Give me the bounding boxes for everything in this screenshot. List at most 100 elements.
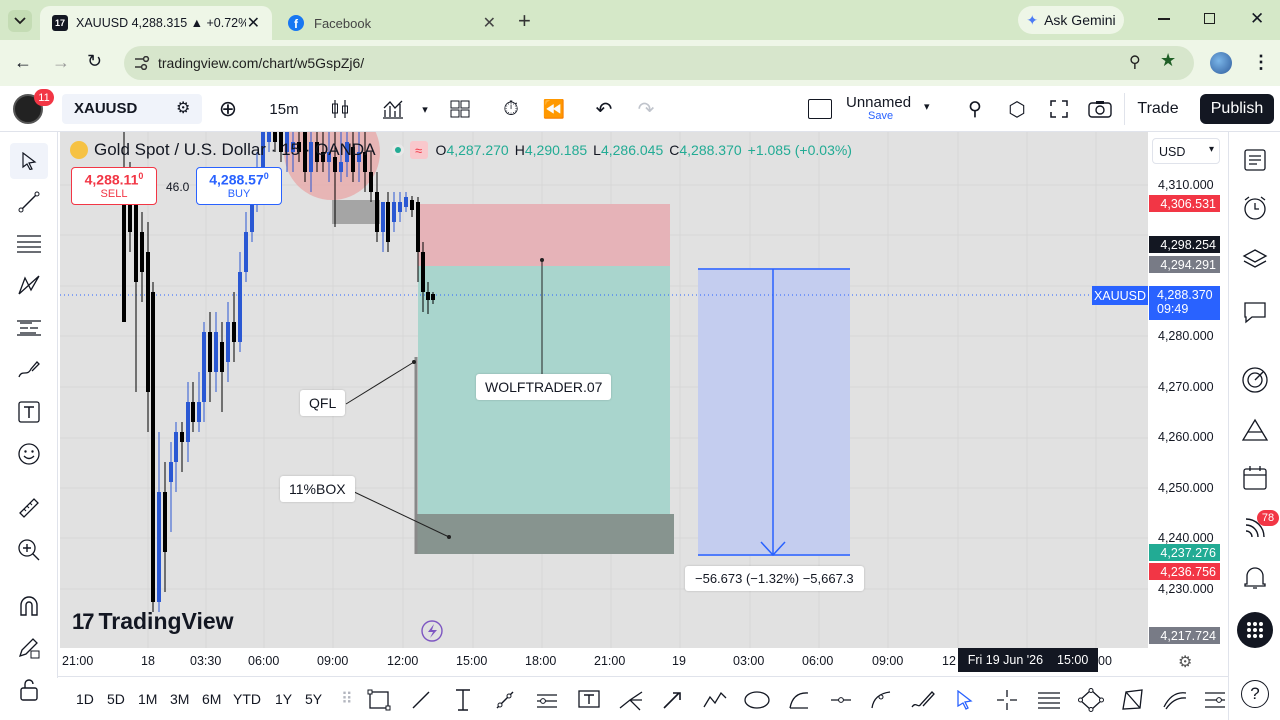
trade-button[interactable]: Trade [1132,94,1184,124]
tab-facebook[interactable]: f Facebook ✕ [276,6,508,40]
range-1y[interactable]: 1Y [275,691,292,707]
currency-select[interactable]: USD ▾ [1152,138,1220,164]
eleven-percent-box[interactable] [416,514,674,554]
emoji-tool[interactable] [10,436,48,472]
chart-settings-gear-icon[interactable]: ⚙ [1178,652,1192,672]
text-tool[interactable] [10,394,48,430]
forward-icon[interactable]: → [52,52,70,73]
trend-line-tool[interactable] [10,184,48,220]
undo-button[interactable]: ↶ [592,94,616,124]
redo-button[interactable]: ↷ [634,94,658,124]
range-1d[interactable]: 1D [76,691,94,707]
zoom-icon[interactable]: ⚲ [1129,52,1141,72]
quick-search-button[interactable]: ⚲ [962,94,988,124]
brush-tool[interactable] [10,352,48,388]
range-5d[interactable]: 5D [107,691,125,707]
crosshair-tool[interactable] [992,685,1022,715]
range-1m[interactable]: 1M [138,691,157,707]
site-info-icon[interactable] [134,56,150,70]
range-6m[interactable]: 6M [202,691,221,707]
pitchfork-tool[interactable] [616,685,646,715]
market-status-icon[interactable] [391,144,404,156]
zoom-tool[interactable] [10,532,48,568]
brush-tool[interactable] [1160,685,1190,715]
notifications-button[interactable] [1237,560,1273,596]
alerts-button[interactable] [1237,190,1273,226]
help-icon[interactable]: ? [1241,680,1269,708]
wolftrader-label[interactable]: WOLFTRADER.07 [476,374,612,400]
lock-drawings-tool[interactable] [10,672,48,708]
select-tool[interactable] [950,685,980,715]
more-tools-button[interactable] [1200,685,1230,715]
horizontal-segment-tool[interactable] [826,685,856,715]
chats-button[interactable] [1237,294,1273,330]
tab-xauusd[interactable]: 17 XAUUSD 4,288.315 ▲ +0.72% U ✕ [40,6,272,40]
ray-tool[interactable] [490,685,520,715]
layout-button[interactable] [448,94,472,124]
arc-tool[interactable] [784,685,814,715]
price-axis[interactable]: USD ▾ 4,310.000 4,306.531 4,298.254 4,294… [1148,132,1228,648]
settings-button[interactable]: ⬡ [1004,94,1030,124]
range-ytd[interactable]: YTD [233,691,261,707]
polyline-tool[interactable] [1118,685,1148,715]
back-icon[interactable]: ← [14,52,32,73]
rectangle-tool[interactable] [364,685,394,715]
indicators-button[interactable] [380,94,406,124]
reload-icon[interactable]: ↻ [87,51,102,72]
layout-name[interactable]: Unnamed [846,94,911,111]
tab-search-button[interactable] [8,10,32,32]
note-tool[interactable] [574,685,604,715]
text-cursor-tool[interactable] [448,685,478,715]
legend-title[interactable]: Gold Spot / U.S. Dollar · 15 · OANDA [94,140,376,160]
bookmark-star-icon[interactable]: ★ [1160,50,1176,71]
close-icon[interactable]: ✕ [247,13,260,33]
add-symbol-button[interactable]: ⊕ [216,94,240,124]
compare-icon[interactable]: ⚙ [176,98,190,118]
horizontal-line-tool[interactable] [532,685,562,715]
fullscreen-button[interactable] [1046,94,1072,124]
watchlist-button[interactable] [1237,142,1273,178]
alert-button[interactable]: ⏱ [498,94,524,124]
line-tool[interactable] [406,685,436,715]
url-field[interactable]: tradingview.com/chart/w5GspZj6/ ⚲ ★ [124,46,1194,80]
path-tool[interactable] [700,685,730,715]
ellipse-tool[interactable] [742,685,772,715]
profile-avatar[interactable] [1210,52,1232,74]
ideas-button[interactable] [1237,362,1273,398]
close-icon[interactable]: ✕ [483,13,496,33]
pattern-tool[interactable] [10,268,48,304]
sell-button[interactable]: 4,288.110 SELL [71,167,157,205]
interval-button[interactable]: 15m [262,94,306,124]
buy-button[interactable]: 4,288.570 BUY [196,167,282,205]
parallel-channel-tool[interactable] [1034,685,1064,715]
menu-dots-icon[interactable]: ⋮ [1252,52,1270,73]
object-tree-button[interactable] [1237,242,1273,278]
layout-icon[interactable] [808,99,832,119]
chart-pane[interactable]: Gold Spot / U.S. Dollar · 15 · OANDA ≈ O… [60,132,1148,648]
apps-button[interactable] [1237,612,1273,648]
snapshot-button[interactable] [1086,94,1114,124]
stop-loss-zone[interactable] [418,204,670,266]
stay-drawing-tool[interactable] [10,630,48,666]
forecast-tool[interactable] [10,310,48,346]
restore-icon[interactable] [1204,13,1215,24]
publish-button[interactable]: Publish [1200,94,1274,124]
curve-tool[interactable] [866,685,896,715]
price-range-measure[interactable] [698,268,850,556]
measure-tool[interactable] [10,490,48,526]
signature-tool[interactable] [908,685,938,715]
ask-gemini-button[interactable]: ✦ Ask Gemini [1018,6,1124,34]
arrow-marker-tool[interactable] [658,685,688,715]
close-window-icon[interactable]: ✕ [1250,9,1264,29]
chevron-down-icon[interactable]: ▾ [417,94,433,124]
order-block-box[interactable] [332,200,380,224]
chart-type-button[interactable] [328,94,352,124]
data-problem-icon[interactable]: ≈ [409,141,428,159]
eleven-percent-box-label[interactable]: 11%BOX [280,476,355,502]
qfl-label[interactable]: QFL [300,390,346,416]
calendar-button[interactable] [1237,460,1273,496]
drag-handle-icon[interactable]: ⠿ [341,689,353,709]
save-label[interactable]: Save [868,110,893,122]
fib-tool[interactable] [10,226,48,262]
replay-button[interactable]: ⏪ [542,94,566,124]
